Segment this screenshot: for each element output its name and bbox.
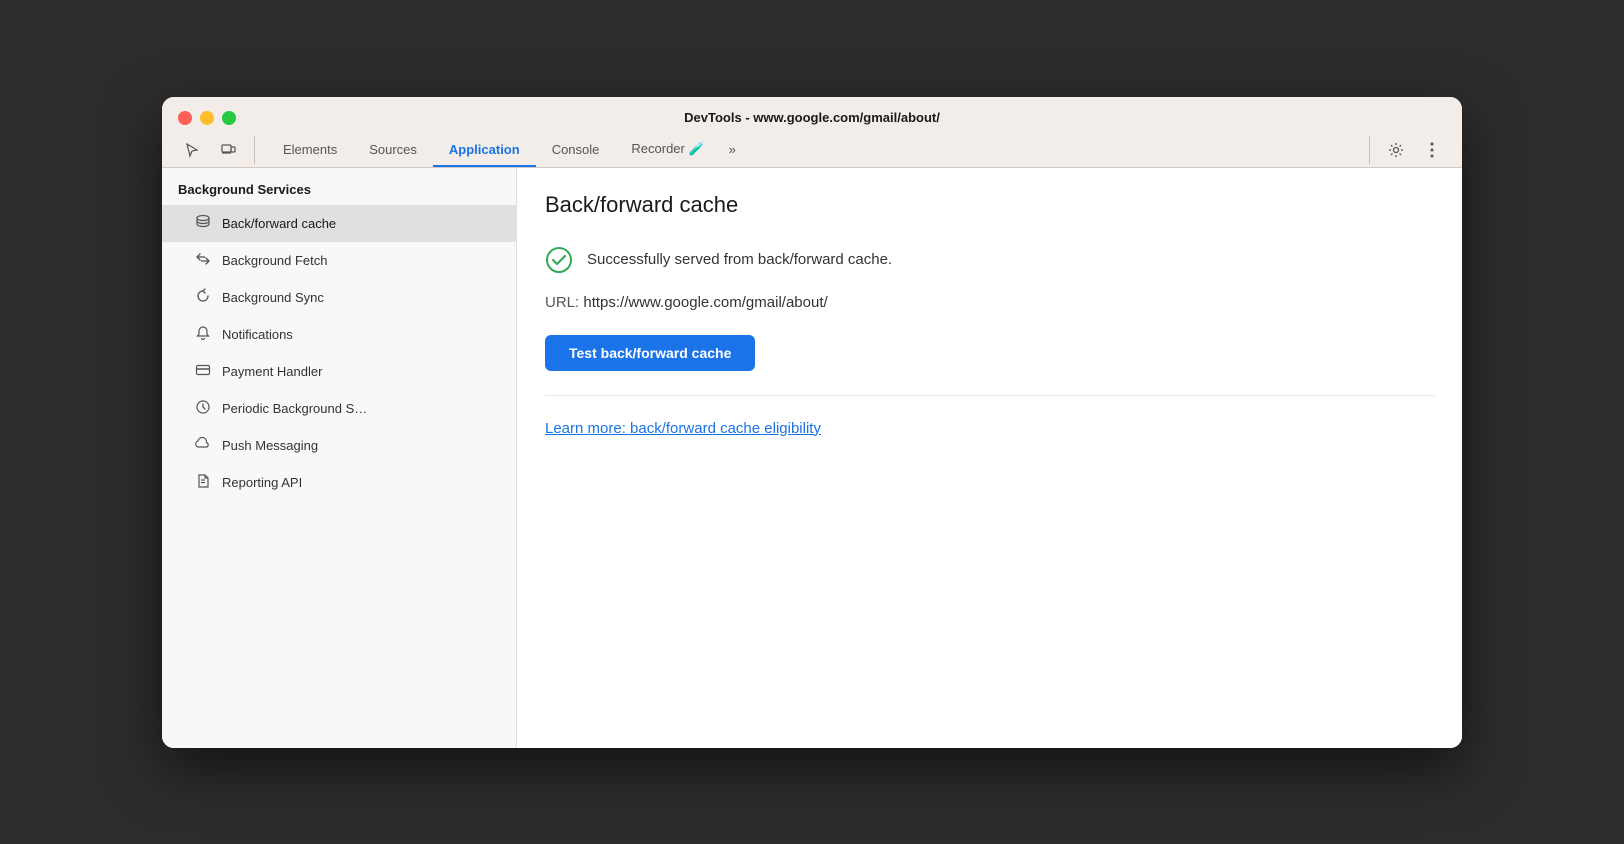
divider (545, 395, 1434, 396)
success-row: Successfully served from back/forward ca… (545, 246, 1434, 274)
sidebar-item-label: Push Messaging (222, 438, 318, 453)
sidebar-item-label: Background Fetch (222, 253, 328, 268)
sidebar-item-background-fetch[interactable]: Background Fetch (162, 242, 516, 279)
toolbar-icons (178, 136, 255, 164)
sidebar-item-label: Back/forward cache (222, 216, 336, 231)
cursor-icon (184, 142, 200, 158)
db-icon (194, 214, 212, 233)
transfer-icon (194, 251, 212, 270)
url-label: URL: (545, 294, 579, 311)
sidebar-item-reporting-api[interactable]: Reporting API (162, 464, 516, 501)
devtools-window: DevTools - www.google.com/gmail/about/ E… (162, 97, 1462, 748)
clock-icon (194, 399, 212, 418)
maximize-button[interactable] (222, 111, 236, 125)
traffic-lights (178, 111, 236, 125)
sidebar-section-header: Background Services (162, 168, 516, 205)
sidebar-item-payment-handler[interactable]: Payment Handler (162, 353, 516, 390)
sidebar-item-back-forward-cache[interactable]: Back/forward cache (162, 205, 516, 242)
main-content: Back/forward cache Successfully served f… (517, 168, 1462, 748)
tab-sources[interactable]: Sources (353, 134, 433, 167)
success-icon (545, 246, 573, 274)
sync-icon (194, 288, 212, 307)
minimize-button[interactable] (200, 111, 214, 125)
page-title: Back/forward cache (545, 192, 1434, 218)
sidebar-item-background-sync[interactable]: Background Sync (162, 279, 516, 316)
cursor-icon-button[interactable] (178, 136, 206, 164)
sidebar-item-label: Periodic Background S… (222, 401, 367, 416)
card-icon (194, 362, 212, 381)
settings-icon (1388, 142, 1404, 158)
tab-console[interactable]: Console (536, 134, 616, 167)
tab-recorder[interactable]: Recorder 🧪 (615, 133, 720, 167)
sidebar-item-label: Background Sync (222, 290, 324, 305)
toolbar: Elements Sources Application Console Rec… (162, 125, 1462, 168)
sidebar-item-notifications[interactable]: Notifications (162, 316, 516, 353)
tab-application[interactable]: Application (433, 134, 536, 167)
sidebar-item-label: Notifications (222, 327, 293, 342)
window-title: DevTools - www.google.com/gmail/about/ (684, 110, 940, 125)
more-options-button[interactable] (1418, 136, 1446, 164)
success-message: Successfully served from back/forward ca… (587, 251, 892, 268)
sidebar-item-label: Reporting API (222, 475, 302, 490)
doc-icon (194, 473, 212, 492)
sidebar-item-label: Payment Handler (222, 364, 322, 379)
url-row: URL: https://www.google.com/gmail/about/ (545, 294, 1434, 311)
cloud-icon (194, 436, 212, 455)
settings-icon-button[interactable] (1382, 136, 1410, 164)
tab-elements[interactable]: Elements (267, 134, 353, 167)
learn-more-link[interactable]: Learn more: back/forward cache eligibili… (545, 420, 821, 437)
bell-icon (194, 325, 212, 344)
sidebar-item-push-messaging[interactable]: Push Messaging (162, 427, 516, 464)
device-toggle-button[interactable] (214, 136, 242, 164)
sidebar: Background Services Back/forward cache (162, 168, 517, 748)
titlebar: DevTools - www.google.com/gmail/about/ (162, 97, 1462, 125)
more-icon (1430, 142, 1434, 158)
sidebar-item-periodic-background-sync[interactable]: Periodic Background S… (162, 390, 516, 427)
url-value: https://www.google.com/gmail/about/ (583, 294, 827, 311)
close-button[interactable] (178, 111, 192, 125)
toolbar-right (1369, 136, 1446, 164)
more-tabs-button[interactable]: » (721, 134, 744, 167)
devtools-body: Background Services Back/forward cache (162, 168, 1462, 748)
tabs: Elements Sources Application Console Rec… (267, 133, 1357, 167)
test-cache-button[interactable]: Test back/forward cache (545, 335, 755, 371)
device-icon (220, 142, 236, 158)
